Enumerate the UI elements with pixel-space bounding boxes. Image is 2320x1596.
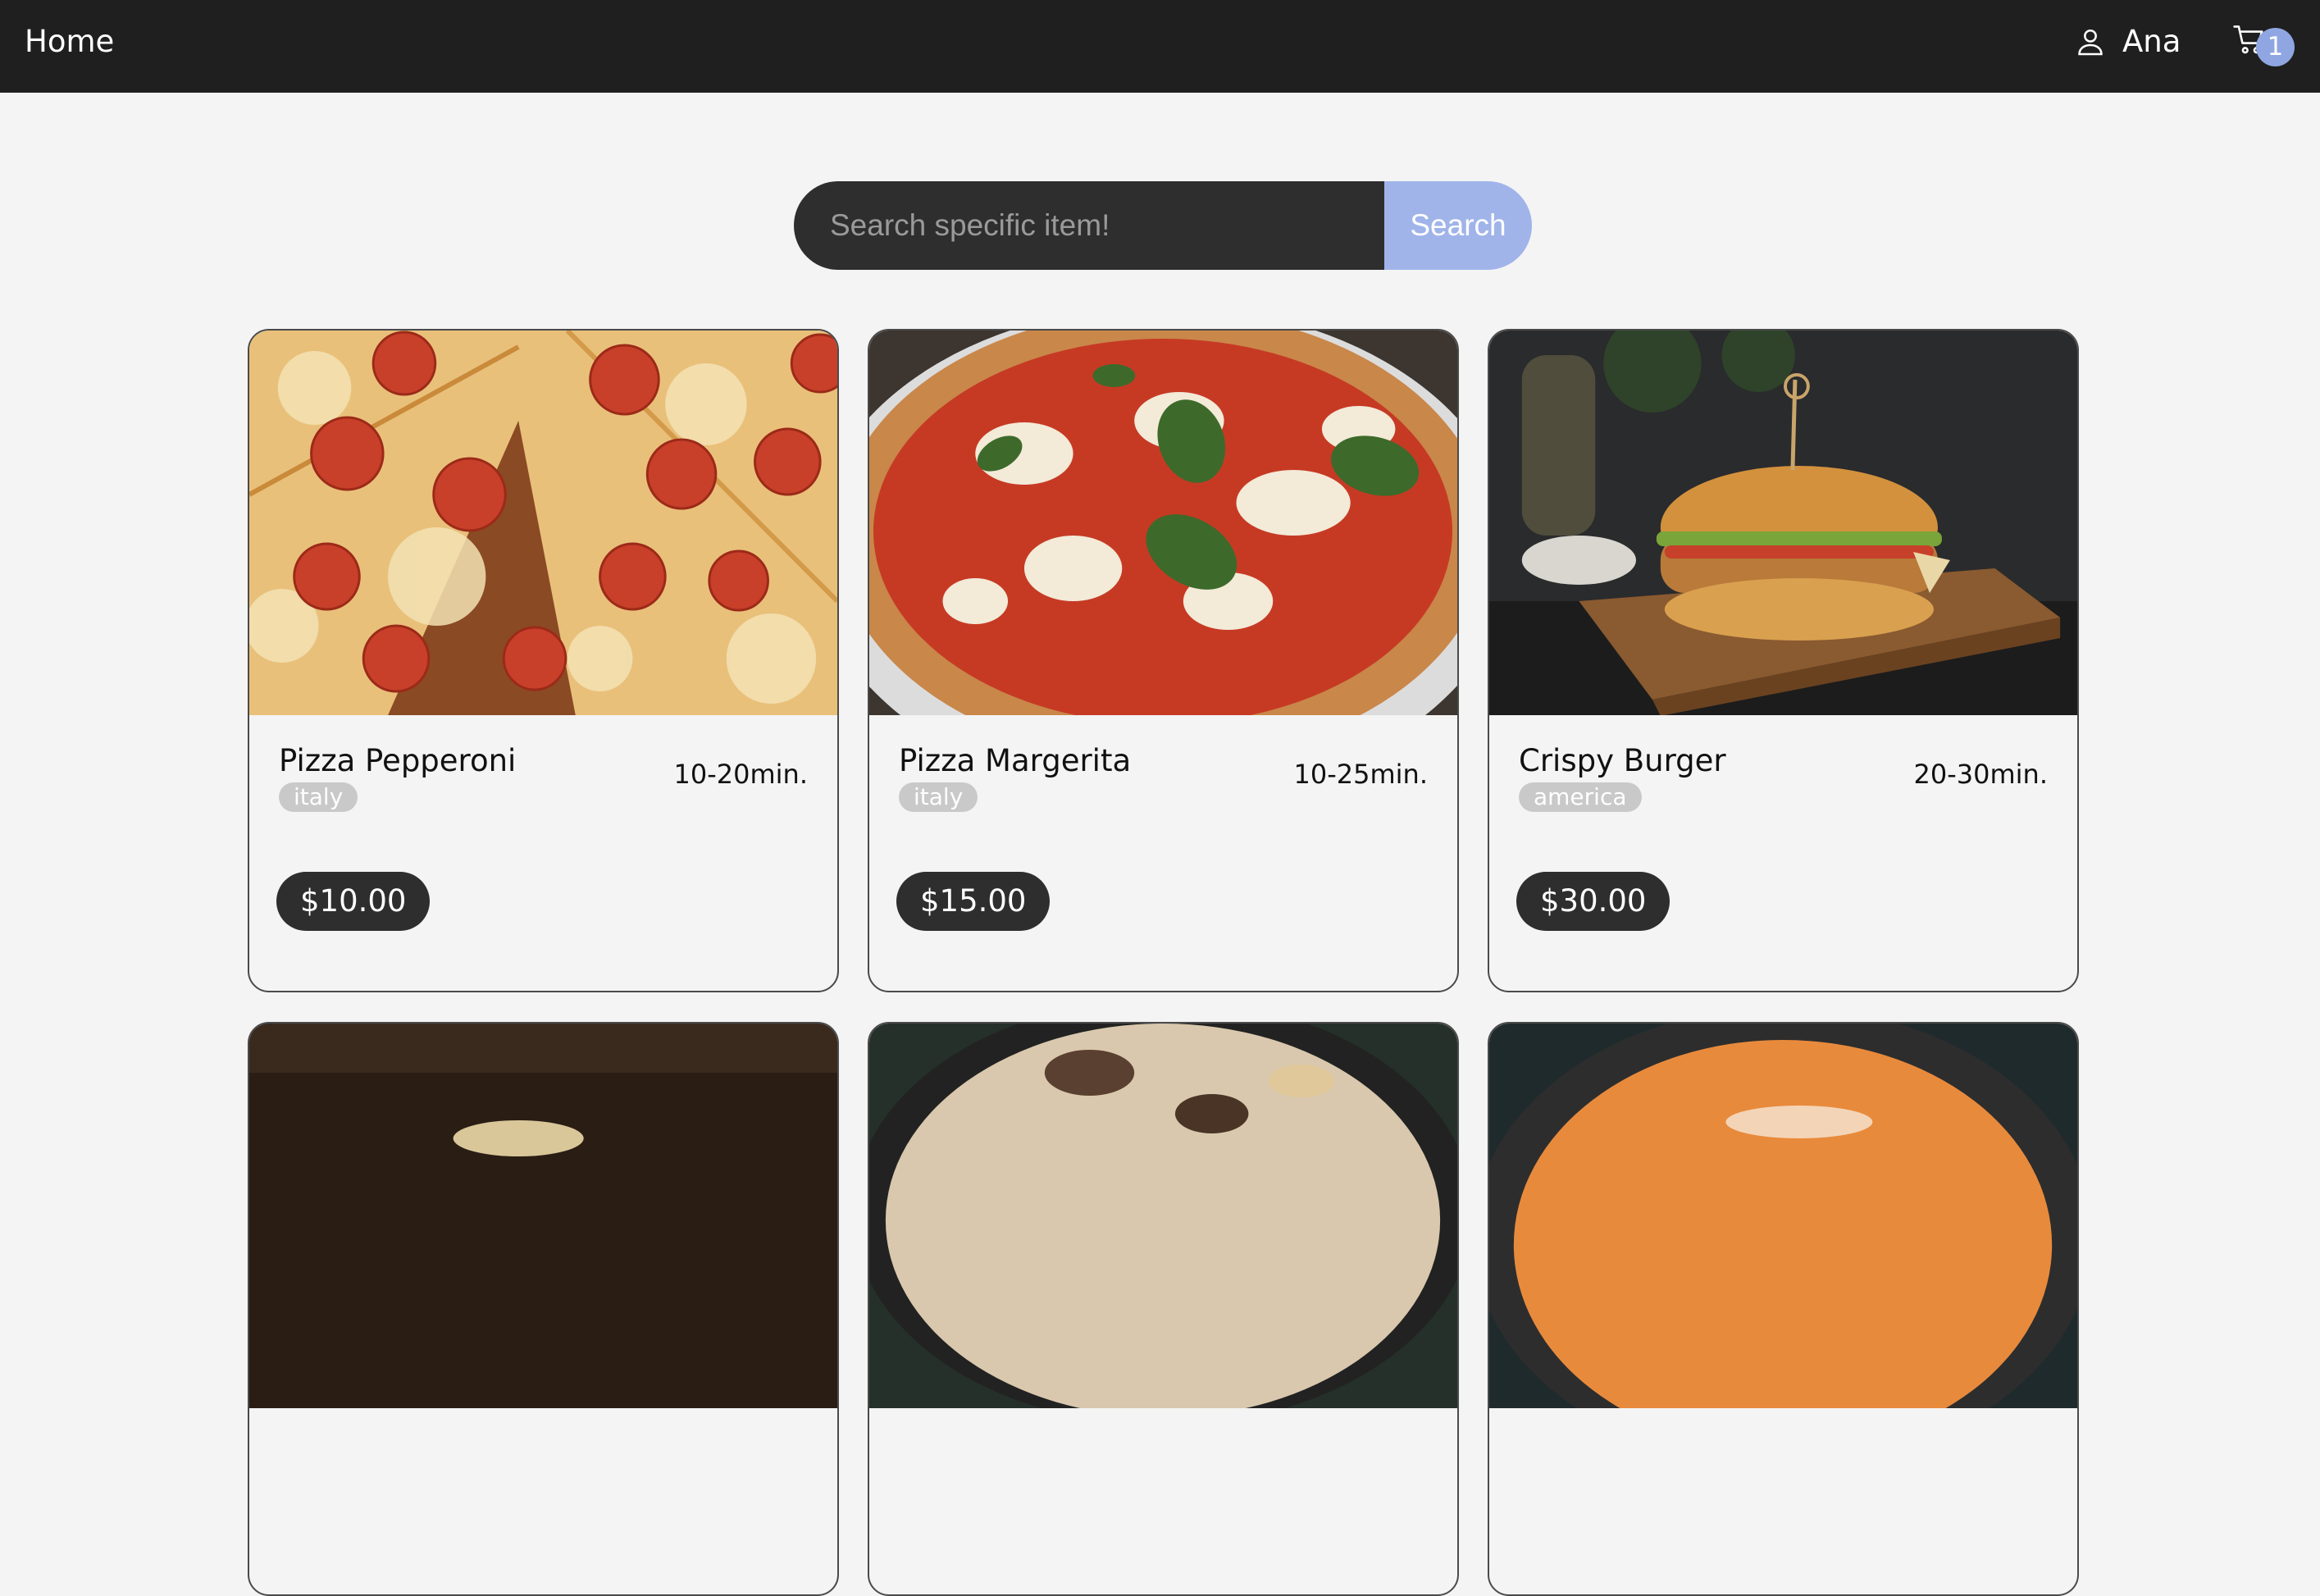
search-input[interactable] xyxy=(794,181,1384,270)
food-card[interactable] xyxy=(248,1022,839,1596)
card-title: Pizza Pepperoni xyxy=(279,743,517,778)
card-time: 10-20min. xyxy=(673,759,809,790)
card-title: Crispy Burger xyxy=(1519,743,1726,778)
food-card[interactable]: Crispy Burger 20-30min. america $30.00 xyxy=(1488,329,2079,992)
partial-tomato-soup-photo xyxy=(1489,1024,2077,1408)
food-card[interactable] xyxy=(1488,1022,2079,1596)
card-tag: italy xyxy=(899,782,978,812)
card-price[interactable]: $30.00 xyxy=(1516,872,1670,931)
cart-button[interactable]: 1 xyxy=(2232,23,2302,72)
nav-home-link[interactable]: Home xyxy=(25,24,114,59)
food-card[interactable] xyxy=(868,1022,1459,1596)
pepperoni-pizza-photo xyxy=(249,331,837,715)
card-price[interactable]: $15.00 xyxy=(896,872,1051,931)
user-menu[interactable]: Ana xyxy=(2075,24,2181,59)
partial-food-photo-dark xyxy=(249,1024,837,1408)
margherita-pizza-photo xyxy=(869,331,1457,715)
card-time: 10-25min. xyxy=(1293,759,1429,790)
card-price[interactable]: $10.00 xyxy=(276,872,431,931)
crispy-burger-photo xyxy=(1489,331,2077,715)
card-time: 20-30min. xyxy=(1913,759,2049,790)
user-name: Ana xyxy=(2122,24,2181,59)
search-button[interactable]: Search xyxy=(1384,181,1532,270)
top-navbar: Home Ana 1 xyxy=(0,0,2320,93)
food-card[interactable]: Pizza Margerita 10-25min. italy $15.00 xyxy=(868,329,1459,992)
food-card[interactable]: Pizza Pepperoni 10-20min. italy $10.00 xyxy=(248,329,839,992)
cart-count-badge: 1 xyxy=(2256,28,2295,66)
card-tag: america xyxy=(1519,782,1642,812)
partial-mushroom-soup-photo xyxy=(869,1024,1457,1408)
user-icon xyxy=(2075,26,2106,57)
card-tag: italy xyxy=(279,782,358,812)
search-bar: Search xyxy=(794,181,1532,270)
card-title: Pizza Margerita xyxy=(899,743,1132,778)
